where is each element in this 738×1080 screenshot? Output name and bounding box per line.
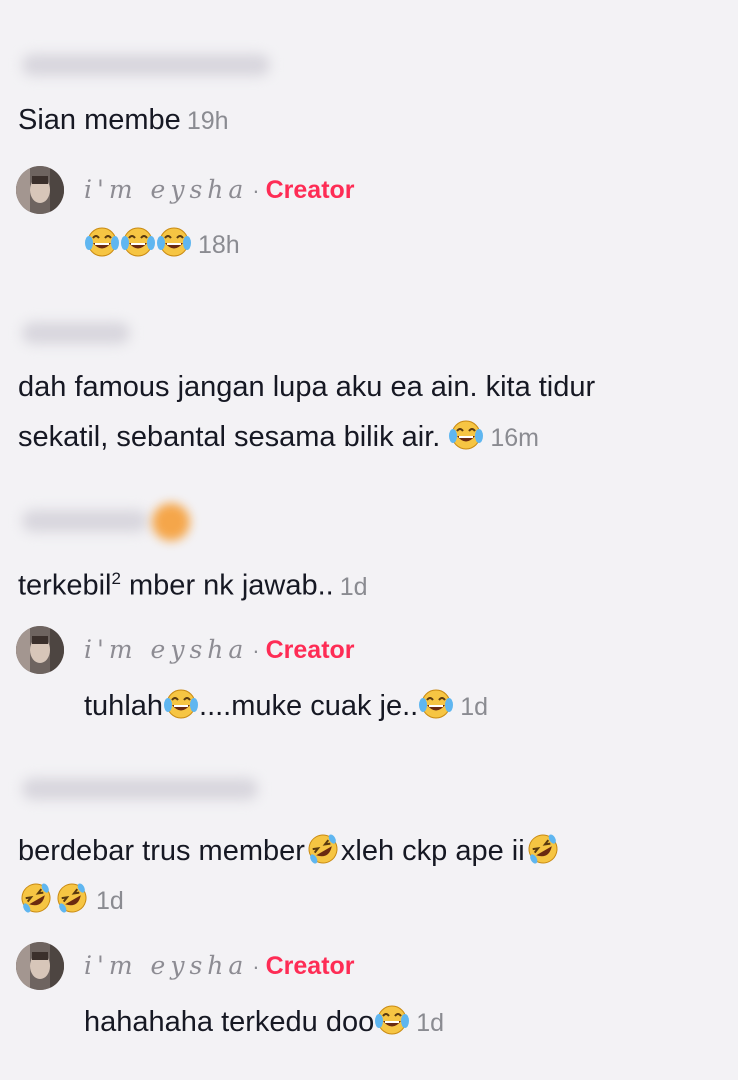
comment-text-continued: xleh ckp ape ii (340, 835, 525, 867)
comment-time: 1d (339, 572, 368, 601)
creator-avatar[interactable] (16, 626, 64, 674)
rofl-icon (54, 882, 90, 914)
commenter-name-blurred[interactable] (22, 54, 270, 76)
comment-text: Sian membe (18, 104, 181, 136)
separator-dot: · (252, 954, 260, 979)
creator-avatar[interactable] (16, 166, 64, 214)
comment-2: dah famous jangan lupa aku ea ain. kita … (18, 363, 595, 411)
comment-4: berdebar trus member xleh ckp ape ii (18, 827, 561, 875)
comment-1: Sian membe 19h (18, 96, 229, 145)
comment-time: 19h (186, 107, 229, 135)
reply-2: tuhlah ....muke cuak je.. 1d (84, 682, 488, 731)
creator-name[interactable]: i'm eysha (84, 175, 248, 204)
creator-badge: Creator (265, 952, 355, 980)
rofl-icon (18, 882, 54, 914)
blurred-avatar-badge (152, 503, 190, 541)
reply-text-continued: ....muke cuak je.. (199, 690, 419, 722)
reply-time: 18h (198, 231, 240, 259)
creator-name[interactable]: i'm eysha (84, 635, 248, 664)
reply-header: i'm eysha · Creator (84, 950, 355, 981)
laughing-tears-icon (448, 419, 484, 451)
laughing-tears-icon (374, 1004, 410, 1036)
creator-badge: Creator (265, 636, 355, 664)
laughing-tears-icon (84, 226, 120, 258)
comment-text: terkebil (18, 569, 112, 602)
reply-1: 18h (84, 220, 240, 269)
creator-avatar[interactable] (16, 942, 64, 990)
separator-dot: · (252, 178, 260, 203)
comment-text-continued: mber nk jawab.. (120, 569, 334, 602)
reply-header: i'm eysha · Creator (84, 174, 355, 205)
comment-3: terkebil2 mber nk jawab.. 1d (18, 555, 368, 611)
superscript: 2 (111, 569, 121, 588)
commenter-name-blurred[interactable] (22, 322, 130, 344)
reply-text: tuhlah (84, 690, 164, 722)
reply-time: 1d (460, 693, 489, 721)
comment-text: berdebar trus member (18, 835, 305, 867)
rofl-icon (525, 833, 561, 865)
comment-time: 16m (490, 424, 540, 452)
creator-badge: Creator (265, 176, 355, 204)
laughing-tears-icon (163, 688, 199, 720)
commenter-name-blurred[interactable] (22, 778, 258, 800)
reply-time: 1d (416, 1009, 445, 1037)
comment-4-line2: 1d (18, 876, 124, 925)
comment-text-line1: dah famous jangan lupa aku ea ain. kita … (18, 371, 596, 403)
reply-header: i'm eysha · Creator (84, 634, 355, 665)
laughing-tears-icon (418, 688, 454, 720)
creator-name[interactable]: i'm eysha (84, 951, 248, 980)
reply-text: hahahaha terkedu doo (84, 1006, 375, 1038)
commenter-name-blurred[interactable] (22, 510, 148, 532)
rofl-icon (305, 833, 341, 865)
reply-3: hahahaha terkedu doo 1d (84, 998, 444, 1047)
comment-2-line2: sekatil, sebantal sesama bilik air. 16m (18, 413, 539, 462)
separator-dot: · (252, 638, 260, 663)
laughing-tears-icon (120, 226, 156, 258)
comment-text-line2: sekatil, sebantal sesama bilik air. (18, 421, 441, 453)
comment-time: 1d (96, 887, 124, 915)
laughing-tears-icon (156, 226, 192, 258)
